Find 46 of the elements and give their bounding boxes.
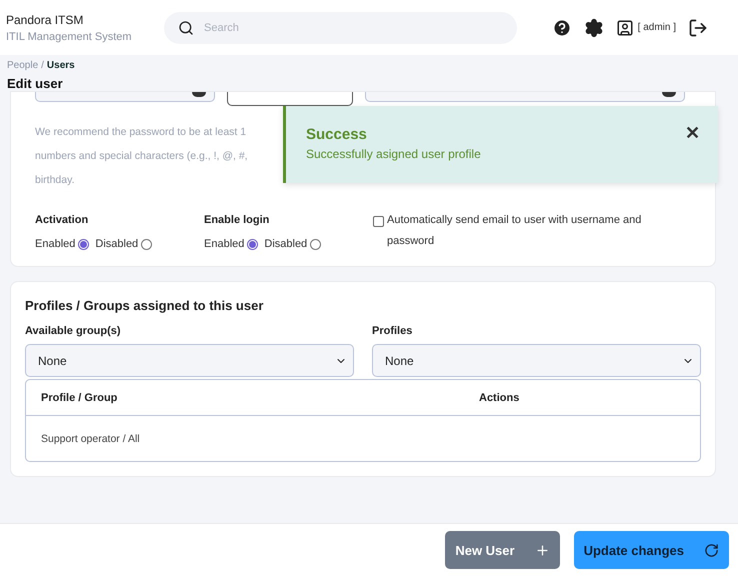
radio-button[interactable] [247, 238, 258, 250]
radio-button[interactable] [78, 238, 90, 250]
toast-message: Successfully asigned user profile [306, 147, 481, 161]
search-icon [178, 20, 194, 36]
breadcrumb-separator: / [41, 60, 44, 71]
settings-icon[interactable] [584, 18, 604, 38]
checkbox[interactable] [373, 216, 384, 227]
app-name: Pandora ITSM [6, 12, 84, 26]
search-input[interactable]: Search [202, 20, 503, 34]
logout-icon[interactable] [688, 18, 708, 38]
radio-button[interactable] [310, 238, 322, 250]
user-icon [616, 18, 634, 36]
password-field[interactable] [35, 92, 215, 102]
column-header: Profile / Group [41, 392, 118, 404]
close-button[interactable]: ✕ [685, 124, 700, 142]
radio-option[interactable]: Disabled [264, 238, 322, 250]
field-label: Activation [35, 214, 90, 226]
radio-option[interactable]: Disabled [95, 238, 152, 250]
field-label: Available group(s) [25, 325, 122, 337]
password-hint: birthday. [35, 173, 74, 188]
field-label: Profiles [372, 325, 414, 337]
toast-title: Success [306, 126, 367, 143]
new-user-button[interactable]: New User [445, 531, 560, 569]
page-title: Edit user [7, 76, 64, 91]
plus-icon [534, 542, 550, 558]
user-link[interactable]: [ admin ] [616, 18, 676, 36]
radio-option[interactable]: Enabled [204, 238, 258, 250]
table-cell-text: Support operator / All [41, 432, 141, 444]
select-field[interactable]: None [372, 344, 701, 377]
app-subtitle: ITIL Management System [6, 30, 133, 42]
generate-password-button[interactable] [227, 92, 353, 106]
password-hint: We recommend the password to be at least 1 [35, 125, 246, 140]
section-title: Profiles / Groups assigned to this user [25, 298, 264, 313]
update-button[interactable]: Update changes [574, 531, 729, 569]
radio-button[interactable] [141, 238, 152, 250]
refresh-icon [704, 542, 719, 558]
help-icon[interactable] [552, 18, 572, 38]
password-hint: numbers and special characters (e.g., !, @, #, [35, 149, 248, 164]
search-bar[interactable]: Search [164, 12, 517, 44]
column-header: Actions [479, 392, 520, 404]
field-label: Enable login [204, 214, 270, 226]
radio-option[interactable]: Enabled [35, 238, 90, 250]
send-email-option[interactable]: Automatically send email to user with username and password [373, 214, 683, 252]
breadcrumb-current: Users [46, 60, 75, 71]
password-confirm-field[interactable] [365, 92, 685, 102]
select-field[interactable]: None [25, 344, 354, 377]
